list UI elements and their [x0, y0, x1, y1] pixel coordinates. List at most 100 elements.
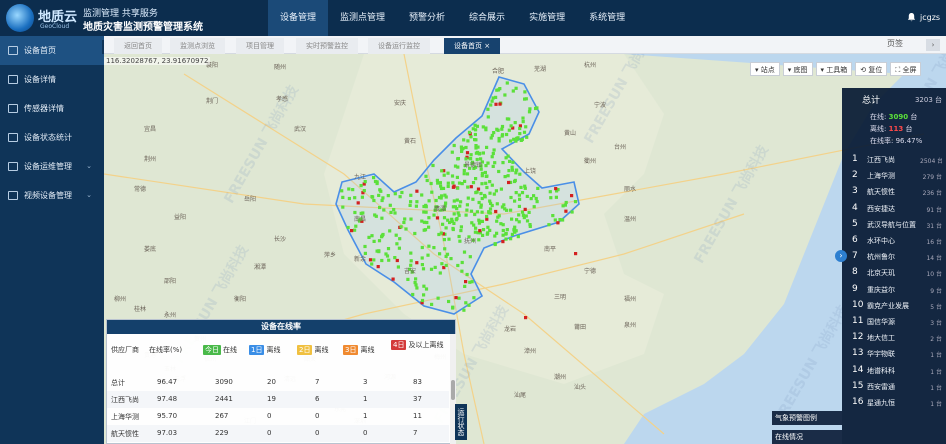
- vendor-rank-row[interactable]: 1 江西飞尚 2504 台: [842, 152, 946, 168]
- vendor-rank-row[interactable]: 14 地谱科科 1 台: [842, 363, 946, 379]
- device-marker[interactable]: [521, 120, 525, 124]
- device-marker[interactable]: [564, 209, 568, 213]
- device-marker[interactable]: [484, 128, 488, 132]
- device-marker[interactable]: [505, 132, 509, 137]
- device-marker[interactable]: [415, 189, 419, 193]
- device-marker[interactable]: [375, 181, 379, 186]
- device-marker[interactable]: [451, 181, 455, 185]
- device-marker[interactable]: [351, 188, 355, 192]
- device-marker[interactable]: [446, 184, 450, 188]
- device-marker[interactable]: [359, 184, 363, 188]
- device-marker[interactable]: [436, 296, 440, 300]
- device-marker[interactable]: [507, 180, 511, 185]
- device-marker[interactable]: [490, 155, 494, 159]
- device-marker[interactable]: [415, 261, 419, 265]
- device-marker[interactable]: [497, 136, 501, 141]
- device-marker[interactable]: [513, 121, 517, 125]
- device-marker[interactable]: [556, 221, 560, 225]
- device-marker[interactable]: [396, 265, 400, 269]
- device-marker[interactable]: [414, 277, 418, 281]
- device-marker[interactable]: [456, 263, 460, 268]
- table-row[interactable]: 上海华测 95.70 267 0 0 1 11: [107, 408, 449, 425]
- sidebar-item-device-maintenance[interactable]: 设备运维管理 ⌄: [0, 152, 104, 181]
- device-marker[interactable]: [510, 232, 514, 236]
- device-marker[interactable]: [509, 237, 513, 241]
- device-marker[interactable]: [464, 301, 468, 305]
- device-marker[interactable]: [372, 258, 376, 262]
- device-marker[interactable]: [347, 187, 351, 191]
- device-marker[interactable]: [425, 178, 429, 183]
- device-marker[interactable]: [440, 194, 444, 198]
- vendor-rank-row[interactable]: 16 星通九恒 1 台: [842, 395, 946, 411]
- device-marker[interactable]: [501, 161, 505, 165]
- device-marker[interactable]: [573, 200, 578, 204]
- device-marker[interactable]: [519, 138, 523, 142]
- device-marker[interactable]: [509, 139, 513, 143]
- device-marker[interactable]: [486, 225, 490, 229]
- device-marker[interactable]: [424, 287, 429, 291]
- nav-monitoring-point-management[interactable]: 监测点管理: [328, 0, 397, 36]
- sidebar-item-video-device-management[interactable]: 视频设备管理 ⌄: [0, 181, 104, 210]
- device-marker[interactable]: [446, 171, 450, 175]
- device-marker[interactable]: [398, 237, 402, 241]
- vendor-rank-row[interactable]: 4 西安捷达 91 台: [842, 201, 946, 217]
- nav-system-management[interactable]: 系统管理: [577, 0, 637, 36]
- device-marker[interactable]: [485, 174, 489, 178]
- device-marker[interactable]: [507, 169, 511, 173]
- device-marker[interactable]: [515, 168, 519, 172]
- device-marker[interactable]: [380, 258, 384, 263]
- device-marker[interactable]: [474, 138, 478, 142]
- device-marker[interactable]: [493, 242, 497, 246]
- online-status-legend-button[interactable]: 在线情况: [772, 430, 842, 444]
- device-marker[interactable]: [469, 153, 473, 157]
- device-marker[interactable]: [442, 173, 446, 177]
- device-marker[interactable]: [518, 132, 522, 136]
- device-marker[interactable]: [480, 196, 484, 201]
- device-marker[interactable]: [450, 219, 454, 223]
- device-marker[interactable]: [549, 196, 553, 200]
- device-marker[interactable]: [363, 244, 367, 249]
- device-marker[interactable]: [415, 286, 419, 290]
- device-marker[interactable]: [474, 191, 478, 195]
- device-marker[interactable]: [444, 195, 448, 199]
- device-marker[interactable]: [527, 110, 532, 114]
- device-marker[interactable]: [376, 265, 380, 269]
- device-marker[interactable]: [488, 199, 492, 203]
- device-marker[interactable]: [449, 257, 453, 261]
- device-marker[interactable]: [485, 185, 489, 190]
- panel-expand-button[interactable]: ›: [835, 250, 847, 262]
- device-marker[interactable]: [374, 214, 378, 218]
- device-marker[interactable]: [444, 263, 448, 267]
- device-marker[interactable]: [468, 255, 472, 259]
- device-marker[interactable]: [427, 225, 431, 229]
- device-marker[interactable]: [388, 229, 392, 233]
- device-marker[interactable]: [494, 102, 498, 106]
- device-marker[interactable]: [421, 267, 426, 271]
- device-marker[interactable]: [397, 246, 401, 250]
- device-marker[interactable]: [519, 185, 523, 189]
- vendor-rank-row[interactable]: 12 地大信工 2 台: [842, 330, 946, 346]
- device-marker[interactable]: [499, 187, 503, 191]
- device-marker[interactable]: [481, 151, 485, 155]
- device-marker[interactable]: [502, 203, 506, 207]
- device-marker[interactable]: [554, 187, 558, 191]
- username[interactable]: jcgzs: [920, 13, 940, 22]
- device-marker[interactable]: [394, 233, 398, 237]
- device-marker[interactable]: [465, 272, 469, 277]
- device-marker[interactable]: [508, 159, 512, 163]
- vendor-rank-row[interactable]: 8 北京天玑 10 台: [842, 265, 946, 281]
- device-marker[interactable]: [413, 281, 417, 285]
- device-marker[interactable]: [422, 220, 426, 224]
- device-marker[interactable]: [426, 253, 430, 257]
- weather-warning-legend-button[interactable]: 气象预警图例: [772, 411, 842, 425]
- device-marker[interactable]: [473, 123, 477, 127]
- device-marker[interactable]: [480, 174, 484, 178]
- device-marker[interactable]: [485, 214, 489, 219]
- table-row[interactable]: 江西飞尚 97.48 2441 19 6 1 37: [107, 391, 449, 408]
- device-marker[interactable]: [402, 220, 406, 225]
- device-marker[interactable]: [444, 226, 448, 230]
- device-marker[interactable]: [459, 229, 463, 233]
- device-marker[interactable]: [409, 217, 413, 221]
- device-marker[interactable]: [375, 249, 379, 253]
- device-marker[interactable]: [511, 168, 515, 172]
